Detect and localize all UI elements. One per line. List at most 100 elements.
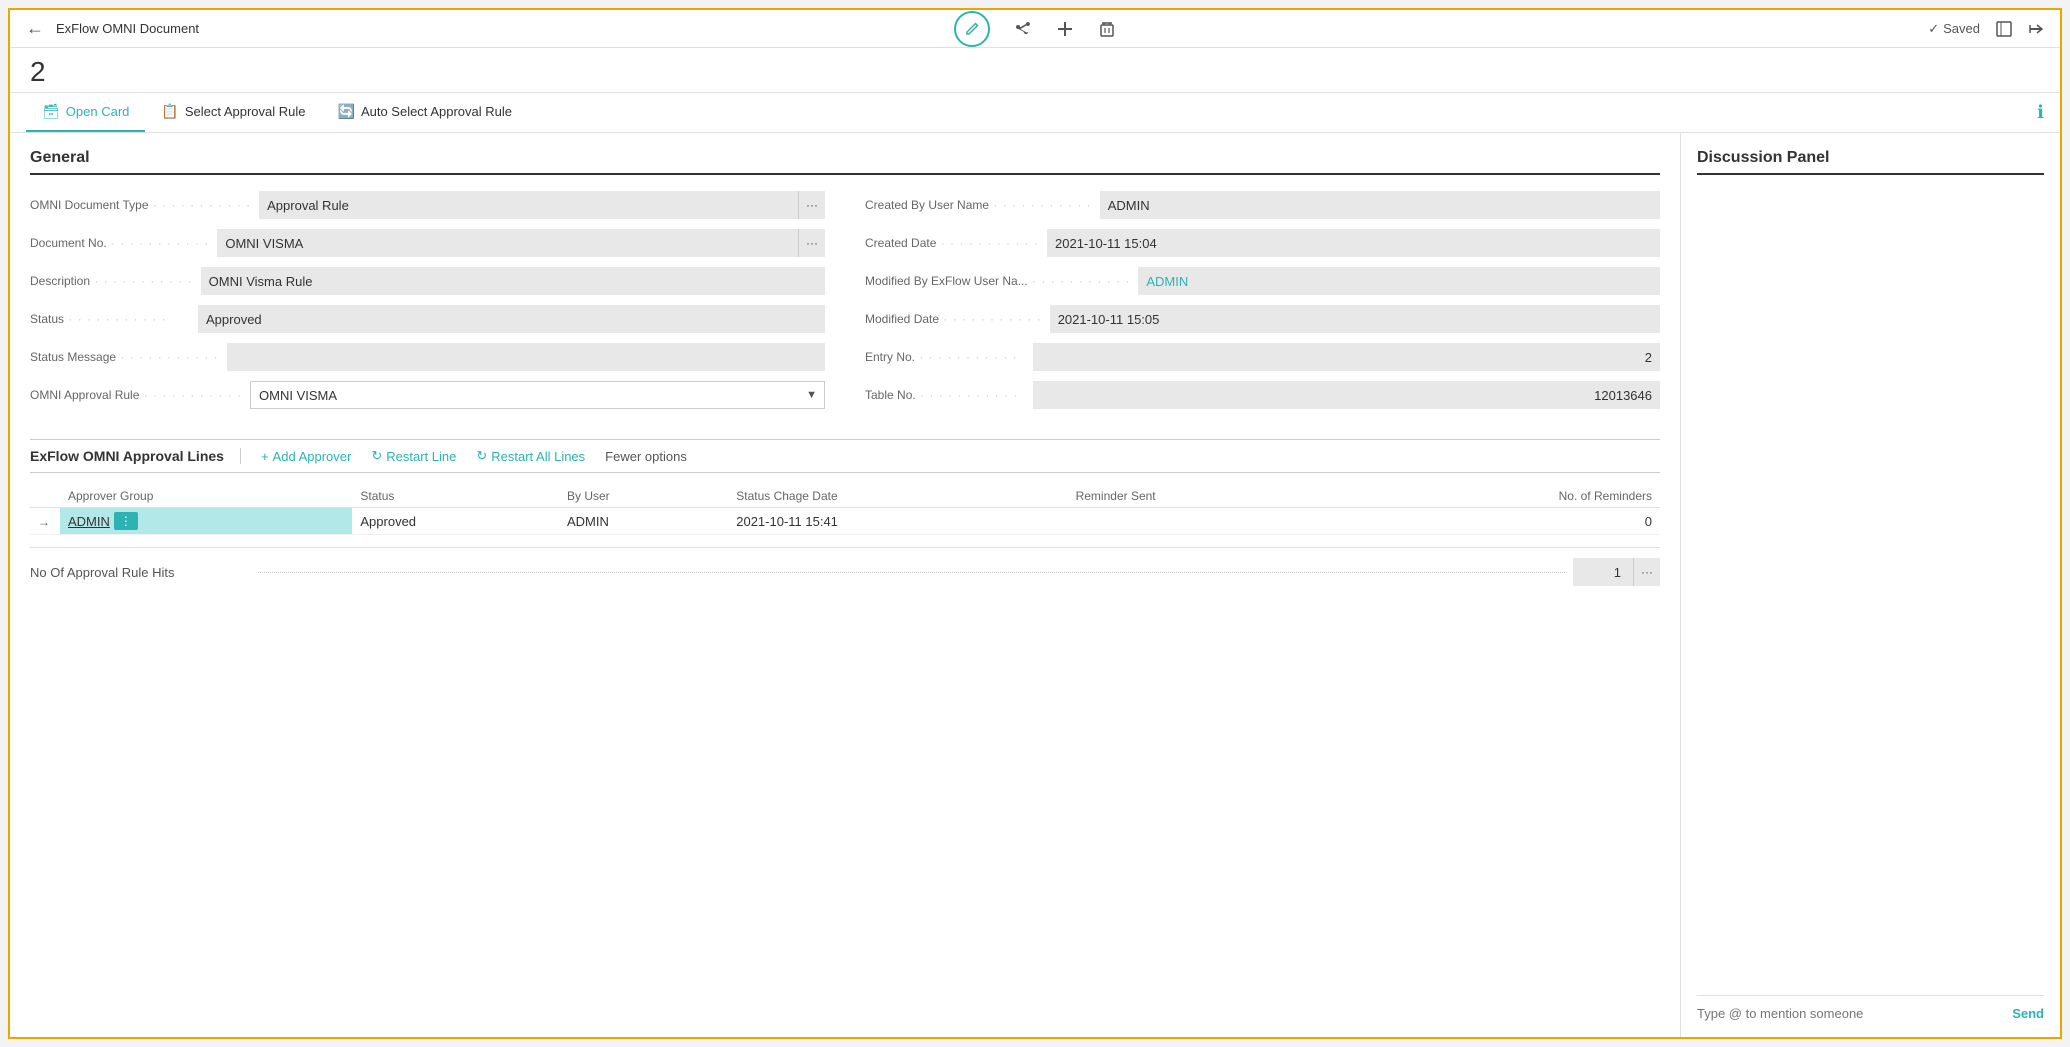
value-document-no: OMNI VISMA ··· (217, 229, 825, 257)
row-menu-button[interactable]: ⋮ (114, 512, 138, 530)
delete-icon (1098, 20, 1116, 38)
label-table-no: Table No. (865, 388, 1025, 402)
discussion-panel: Discussion Panel Send (1680, 133, 2060, 1037)
field-description: Description OMNI Visma Rule (30, 267, 825, 295)
restart-all-lines-button[interactable]: ↻ Restart All Lines (476, 448, 585, 464)
col-header-reminder-sent: Reminder Sent (1068, 485, 1345, 508)
approval-lines-section: ExFlow OMNI Approval Lines + Add Approve… (30, 439, 1660, 586)
header-center-actions (954, 11, 1116, 47)
label-status-message: Status Message (30, 350, 219, 364)
restart-line-button[interactable]: ↻ Restart Line (371, 448, 456, 464)
approval-section-header: ExFlow OMNI Approval Lines + Add Approve… (30, 439, 1660, 473)
field-created-by: Created By User Name ADMIN (865, 191, 1660, 219)
send-button[interactable]: Send (2012, 1006, 2044, 1021)
back-button[interactable]: ← (26, 18, 44, 39)
col-header-approver-group: Approver Group (60, 485, 352, 508)
mention-input[interactable] (1697, 1006, 2004, 1021)
value-modified-by: ADMIN (1138, 267, 1660, 295)
tab-open-card[interactable]: 🗃 Open Card (26, 93, 145, 132)
label-modified-date: Modified Date (865, 312, 1042, 326)
label-document-no: Document No. (30, 236, 209, 250)
label-created-date: Created Date (865, 236, 1039, 250)
field-status: Status Approved (30, 305, 825, 333)
page-title: ExFlow OMNI Document (56, 21, 199, 36)
bottom-ellipsis-button[interactable]: ··· (1633, 558, 1660, 586)
form-col-left: OMNI Document Type Approval Rule ··· Doc… (30, 191, 825, 419)
cell-status-change-date: 2021-10-11 15:41 (728, 508, 1067, 535)
bottom-value: 1 (1573, 558, 1633, 586)
delete-button[interactable] (1098, 20, 1116, 38)
bottom-value-wrap: 1 ··· (1573, 558, 1660, 586)
bottom-approval-hits-row: No Of Approval Rule Hits 1 ··· (30, 547, 1660, 586)
discussion-input-area: Send (1697, 995, 2044, 1021)
main-content: General OMNI Document Type Approval Rule… (10, 133, 2060, 1037)
select-omni-approval-rule[interactable]: OMNI VISMA (250, 381, 825, 409)
bottom-dots (258, 572, 1565, 573)
tab-select-approval-rule[interactable]: 📋 Select Approval Rule (145, 93, 321, 132)
approver-group-link[interactable]: ADMIN (68, 514, 110, 529)
input-omni-document-type[interactable]: Approval Rule (259, 191, 798, 219)
cell-no-of-reminders: 0 (1345, 508, 1660, 535)
left-panel: General OMNI Document Type Approval Rule… (10, 133, 1680, 1037)
col-header-empty (30, 485, 60, 508)
input-document-no[interactable]: OMNI VISMA (217, 229, 798, 257)
ellipsis-omni-document-type[interactable]: ··· (798, 191, 825, 219)
field-modified-date: Modified Date 2021-10-11 15:05 (865, 305, 1660, 333)
cell-by-user: ADMIN (559, 508, 728, 535)
field-omni-approval-rule: OMNI Approval Rule OMNI VISMA ▼ (30, 381, 825, 409)
row-arrow-cell: → (30, 508, 60, 535)
expand-button[interactable] (1996, 21, 2012, 37)
input-status[interactable]: Approved (198, 305, 825, 333)
document-number: 2 (10, 48, 2060, 93)
field-entry-no: Entry No. 2 (865, 343, 1660, 371)
label-status: Status (30, 312, 190, 326)
label-omni-document-type: OMNI Document Type (30, 198, 251, 212)
table-header-row: Approver Group Status By User Status Cha… (30, 485, 1660, 508)
bottom-label: No Of Approval Rule Hits (30, 565, 250, 580)
share-button[interactable] (1014, 20, 1032, 38)
value-modified-date: 2021-10-11 15:05 (1050, 305, 1660, 333)
collapse-icon (2028, 21, 2044, 37)
input-description[interactable]: OMNI Visma Rule (201, 267, 825, 295)
value-omni-document-type: Approval Rule ··· (259, 191, 825, 219)
field-modified-by: Modified By ExFlow User Na... ADMIN (865, 267, 1660, 295)
open-card-icon: 🗃 (42, 103, 60, 120)
label-entry-no: Entry No. (865, 350, 1025, 364)
fewer-options-button[interactable]: Fewer options (605, 449, 687, 464)
label-modified-by: Modified By ExFlow User Na... (865, 274, 1130, 288)
input-status-message[interactable] (227, 343, 825, 371)
field-document-no: Document No. OMNI VISMA ··· (30, 229, 825, 257)
value-created-date: 2021-10-11 15:04 (1047, 229, 1660, 257)
select-approval-icon: 📋 (161, 103, 178, 120)
col-header-no-of-reminders: No. of Reminders (1345, 485, 1660, 508)
add-approver-button[interactable]: + Add Approver (261, 449, 351, 464)
cell-status: Approved (352, 508, 559, 535)
collapse-button[interactable] (2028, 21, 2044, 37)
discussion-panel-title: Discussion Panel (1697, 149, 2044, 175)
label-created-by: Created By User Name (865, 198, 1092, 212)
restart-all-icon: ↻ (476, 448, 487, 464)
value-entry-no: 2 (1033, 343, 1660, 371)
field-omni-document-type: OMNI Document Type Approval Rule ··· (30, 191, 825, 219)
approval-table: Approver Group Status By User Status Cha… (30, 485, 1660, 535)
discussion-messages (1697, 191, 2044, 995)
select-wrapper-omni-approval-rule: OMNI VISMA ▼ (250, 381, 825, 409)
info-icon[interactable]: ℹ (2037, 102, 2044, 123)
col-header-status-change-date: Status Chage Date (728, 485, 1067, 508)
cell-approver-group: ADMIN ⋮ (60, 508, 352, 535)
tabs-bar: 🗃 Open Card 📋 Select Approval Rule 🔄 Aut… (10, 93, 2060, 133)
label-omni-approval-rule: OMNI Approval Rule (30, 388, 242, 402)
field-created-date: Created Date 2021-10-11 15:04 (865, 229, 1660, 257)
header-right: ✓ Saved (1928, 21, 2044, 37)
col-header-by-user: By User (559, 485, 728, 508)
edit-button[interactable] (954, 11, 990, 47)
expand-icon (1996, 21, 2012, 37)
saved-status: ✓ Saved (1928, 21, 1980, 37)
add-button[interactable] (1056, 20, 1074, 38)
table-row: → ADMIN ⋮ Approved ADMIN 2021-10-11 15:4… (30, 508, 1660, 535)
plus-icon: + (261, 449, 269, 464)
ellipsis-document-no[interactable]: ··· (798, 229, 825, 257)
tab-auto-select-approval-rule[interactable]: 🔄 Auto Select Approval Rule (322, 93, 528, 132)
label-description: Description (30, 274, 193, 288)
field-status-message: Status Message (30, 343, 825, 371)
